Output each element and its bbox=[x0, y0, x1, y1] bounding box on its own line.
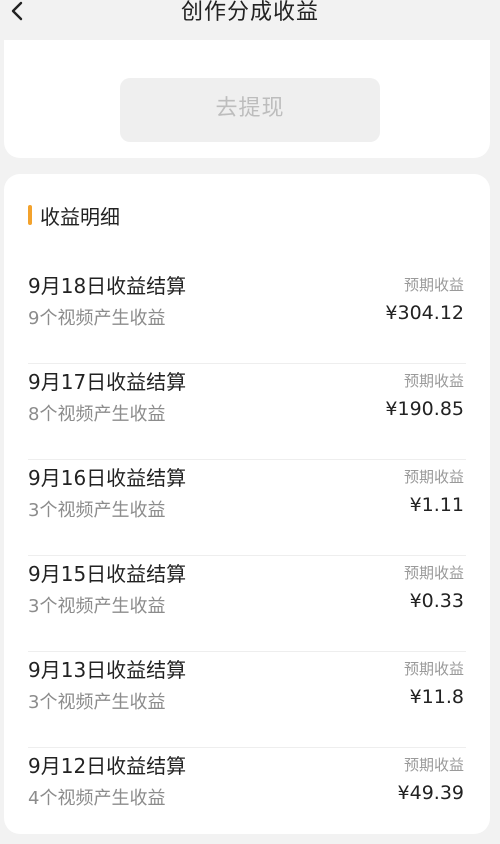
page-title: 创作分成收益 bbox=[180, 0, 319, 25]
expected-earnings-label: 预期收益 bbox=[403, 372, 464, 390]
expected-earnings-label: 预期收益 bbox=[403, 564, 464, 582]
expected-earnings-amount: ¥190.85 bbox=[385, 398, 464, 420]
earnings-row[interactable]: 9月16日收益结算 3个视频产生收益 预期收益 ¥1.11 bbox=[4, 460, 490, 556]
video-count: 3个视频产生收益 bbox=[28, 692, 166, 713]
expected-earnings-amount: ¥304.12 bbox=[385, 302, 464, 324]
video-count: 4个视频产生收益 bbox=[28, 788, 166, 809]
withdraw-button[interactable]: 去提现 bbox=[120, 78, 380, 142]
earnings-row[interactable]: 9月12日收益结算 4个视频产生收益 预期收益 ¥49.39 bbox=[4, 748, 490, 844]
video-count: 8个视频产生收益 bbox=[28, 404, 166, 425]
video-count: 9个视频产生收益 bbox=[28, 308, 166, 329]
expected-earnings-label: 预期收益 bbox=[403, 276, 464, 294]
settlement-date: 9月16日收益结算 bbox=[28, 466, 187, 490]
settlement-date: 9月17日收益结算 bbox=[28, 370, 187, 394]
withdraw-card: 去提现 bbox=[4, 40, 490, 158]
section-title: 收益明细 bbox=[40, 204, 120, 229]
earnings-row[interactable]: 9月17日收益结算 8个视频产生收益 预期收益 ¥190.85 bbox=[4, 364, 490, 460]
section-header: 收益明细 bbox=[28, 202, 120, 229]
expected-earnings-label: 预期收益 bbox=[403, 660, 464, 678]
expected-earnings-label: 预期收益 bbox=[403, 468, 464, 486]
top-bar: 创作分成收益 bbox=[0, 0, 500, 34]
settlement-date: 9月18日收益结算 bbox=[28, 274, 187, 298]
expected-earnings-label: 预期收益 bbox=[403, 756, 464, 774]
settlement-date: 9月13日收益结算 bbox=[28, 658, 187, 682]
video-count: 3个视频产生收益 bbox=[28, 596, 166, 617]
section-accent-bar bbox=[28, 205, 32, 225]
earnings-row[interactable]: 9月18日收益结算 9个视频产生收益 预期收益 ¥304.12 bbox=[4, 268, 490, 364]
expected-earnings-amount: ¥49.39 bbox=[397, 782, 464, 804]
earnings-row[interactable]: 9月15日收益结算 3个视频产生收益 预期收益 ¥0.33 bbox=[4, 556, 490, 652]
expected-earnings-amount: ¥11.8 bbox=[409, 686, 464, 708]
expected-earnings-amount: ¥1.11 bbox=[409, 494, 464, 516]
video-count: 3个视频产生收益 bbox=[28, 500, 166, 521]
earnings-row[interactable]: 9月13日收益结算 3个视频产生收益 预期收益 ¥11.8 bbox=[4, 652, 490, 748]
earnings-details-card: 收益明细 9月18日收益结算 9个视频产生收益 预期收益 ¥304.12 9月1… bbox=[4, 174, 490, 834]
settlement-date: 9月15日收益结算 bbox=[28, 562, 187, 586]
settlement-date: 9月12日收益结算 bbox=[28, 754, 187, 778]
expected-earnings-amount: ¥0.33 bbox=[409, 590, 464, 612]
